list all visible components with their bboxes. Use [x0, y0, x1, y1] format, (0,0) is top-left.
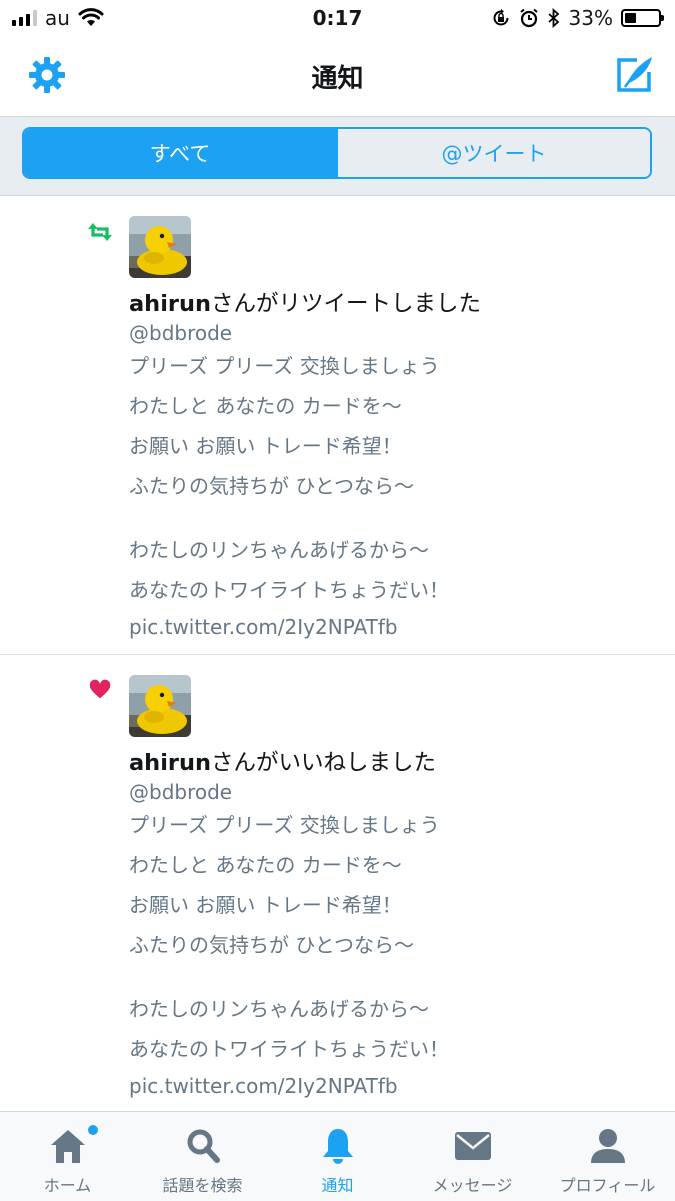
- tab-label: 通知: [321, 1176, 354, 1195]
- tweet-line: わたしのリンちゃんあげるから〜: [129, 538, 429, 562]
- retweet-icon: [88, 223, 112, 241]
- notification-filter: すべて @ツイート: [22, 127, 652, 179]
- bluetooth-icon: [547, 8, 559, 28]
- tab-messages[interactable]: メッセージ: [405, 1112, 540, 1201]
- tweet-line: わたしと あなたの カードを〜: [129, 853, 402, 877]
- notification-action: さんがいいねしました: [211, 750, 437, 776]
- heart-icon: [89, 679, 111, 699]
- nav-bar: 通知: [0, 38, 675, 117]
- tab-label: プロフィール: [559, 1176, 656, 1195]
- search-icon: [187, 1129, 220, 1163]
- tweet-media-link[interactable]: pic.twitter.com/2Iy2NPATfb: [129, 1069, 675, 1103]
- tweet-line-break: [129, 506, 675, 530]
- tweet-line: ふたりの気持ちが ひとつなら〜: [129, 474, 414, 498]
- tweet-author-handle[interactable]: @bdbrode: [129, 320, 675, 346]
- battery-percent: 33%: [568, 6, 613, 30]
- user-name[interactable]: ahirun: [129, 750, 211, 776]
- tab-search[interactable]: 話題を検索: [135, 1112, 270, 1201]
- person-icon: [590, 1129, 625, 1163]
- tweet-text: プリーズ プリーズ 交換しましょう わたしと あなたの カードを〜 お願い お願…: [129, 805, 675, 1069]
- notification-action: さんがリツイートしました: [211, 291, 482, 317]
- notifications-feed[interactable]: ahirunさんがリツイートしました @bdbrode プリーズ プリーズ 交換…: [0, 196, 675, 1111]
- compose-tweet-icon[interactable]: [615, 54, 655, 94]
- tweet-line: わたしのリンちゃんあげるから〜: [129, 997, 429, 1021]
- avatar[interactable]: [129, 675, 191, 737]
- tab-notifications[interactable]: 通知: [270, 1112, 405, 1201]
- tweet-line: ふたりの気持ちが ひとつなら〜: [129, 933, 414, 957]
- tab-label: メッセージ: [432, 1176, 513, 1195]
- tab-label: 話題を検索: [162, 1176, 243, 1195]
- filter-bar: すべて @ツイート: [0, 117, 675, 196]
- tweet-text: プリーズ プリーズ 交換しましょう わたしと あなたの カードを〜 お願い お願…: [129, 346, 675, 610]
- tab-home[interactable]: ホーム: [0, 1112, 135, 1201]
- notification-headline: ahirunさんがいいねしました: [129, 747, 675, 779]
- tab-bar: ホーム 話題を検索 通知 メッセージ プロフィール: [0, 1111, 675, 1201]
- unread-dot: [88, 1125, 98, 1135]
- bell-icon: [322, 1129, 353, 1164]
- tweet-line: あなたのトワイライトちょうだい！: [129, 578, 449, 602]
- segment-mentions[interactable]: @ツイート: [336, 129, 650, 177]
- tweet-line: お願い お願い トレード希望！: [129, 893, 402, 917]
- tweet-line-break: [129, 965, 675, 989]
- avatar[interactable]: [129, 216, 191, 278]
- envelope-icon: [454, 1132, 491, 1160]
- home-icon: [50, 1130, 85, 1163]
- status-bar: au 0:17 33%: [0, 0, 675, 38]
- notification-headline: ahirunさんがリツイートしました: [129, 288, 675, 320]
- tweet-line: プリーズ プリーズ 交換しましょう: [129, 813, 440, 837]
- page-title: 通知: [311, 64, 364, 94]
- battery-icon: [621, 9, 664, 27]
- tweet-line: プリーズ プリーズ 交換しましょう: [129, 354, 440, 378]
- user-name[interactable]: ahirun: [129, 291, 211, 317]
- tab-profile[interactable]: プロフィール: [540, 1112, 675, 1201]
- tweet-line: お願い お願い トレード希望！: [129, 434, 402, 458]
- tweet-media-link[interactable]: pic.twitter.com/2Iy2NPATfb: [129, 610, 675, 644]
- notification-item[interactable]: ahirunさんがリツイートしました @bdbrode プリーズ プリーズ 交換…: [0, 196, 675, 655]
- tweet-author-handle[interactable]: @bdbrode: [129, 779, 675, 805]
- alarm-icon: [519, 8, 538, 28]
- tab-label: ホーム: [43, 1176, 92, 1195]
- notification-item[interactable]: ahirunさんがいいねしました @bdbrode プリーズ プリーズ 交換しま…: [0, 655, 675, 1111]
- tweet-line: あなたのトワイライトちょうだい！: [129, 1037, 449, 1061]
- status-right: 33%: [491, 6, 664, 30]
- tweet-line: わたしと あなたの カードを〜: [129, 394, 402, 418]
- rotation-lock-icon: [493, 9, 509, 26]
- segment-all[interactable]: すべて: [24, 129, 336, 177]
